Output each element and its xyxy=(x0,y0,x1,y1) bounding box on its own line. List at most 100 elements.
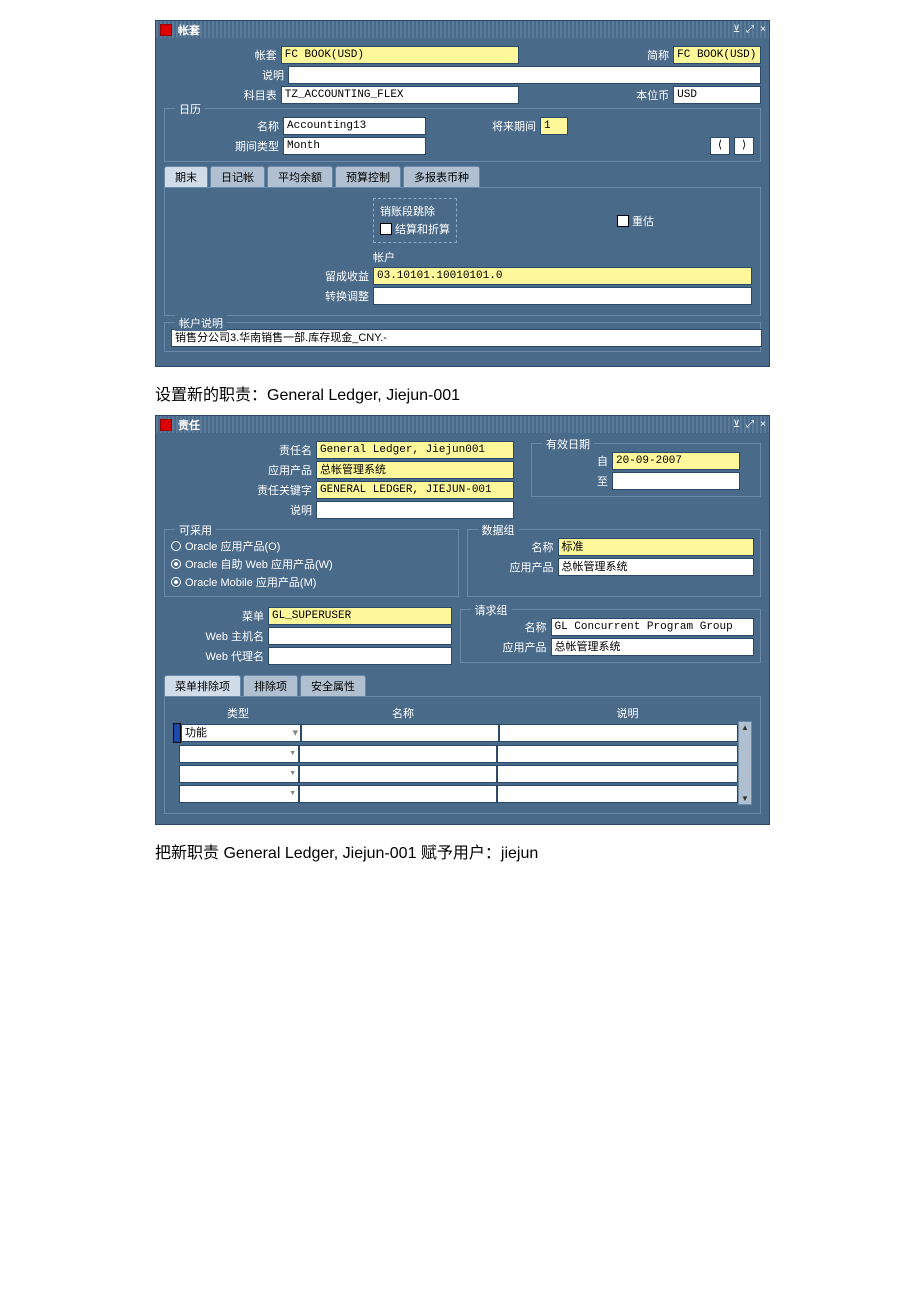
from-label: 自 xyxy=(538,453,612,469)
resp-tabbody: 类型 名称 说明 功能▾ ▾ ▾ ▾ ▲▼ xyxy=(164,696,761,814)
desc-label-2: 说明 xyxy=(164,502,316,518)
radio-oracle-mobile[interactable]: Oracle Mobile 应用产品(M) xyxy=(171,574,452,590)
titlebar-2: 责任 ⊻ ⤢ × xyxy=(156,416,769,433)
accounts-legend: 帐户 xyxy=(173,249,752,265)
menu-input[interactable]: GL_SUPERUSER xyxy=(268,607,452,625)
funcur-input[interactable]: USD xyxy=(673,86,761,104)
close-icon[interactable]: × xyxy=(757,24,769,35)
type-select[interactable]: ▾ xyxy=(179,745,299,763)
omit-seg-group: 销账段跳除 结算和折算 xyxy=(373,198,457,243)
from-input[interactable]: 20-09-2007 xyxy=(612,452,740,470)
rg-app-input[interactable]: 总帐管理系统 xyxy=(551,638,755,656)
menu-label: 菜单 xyxy=(164,608,268,624)
respname-label: 责任名 xyxy=(164,442,316,458)
webagent-label: Web 代理名 xyxy=(164,648,268,664)
shortname-label: 简称 xyxy=(519,47,673,63)
tab-avg-bal[interactable]: 平均余额 xyxy=(267,166,333,187)
shortname-input[interactable]: FC BOOK(USD) xyxy=(673,46,761,64)
scroll-up-icon[interactable]: ▲ xyxy=(741,722,749,733)
calname-input[interactable]: Accounting13 xyxy=(283,117,426,135)
tab-menu-excl[interactable]: 菜单排除项 xyxy=(164,675,241,696)
scroll-down-icon[interactable]: ▼ xyxy=(741,793,749,804)
tab-mrc[interactable]: 多报表币种 xyxy=(403,166,480,187)
col-name: 名称 xyxy=(303,705,503,721)
datagroup-group: 数据组 名称标准 应用产品总帐管理系统 xyxy=(467,529,762,597)
radio-oracle-apps[interactable]: Oracle 应用产品(O) xyxy=(171,538,452,554)
respkey-input[interactable]: GENERAL LEDGER, JIEJUN-001 xyxy=(316,481,514,499)
calendar-legend: 日历 xyxy=(175,101,205,117)
close-icon-2[interactable]: × xyxy=(757,419,769,430)
ledger-input[interactable]: FC BOOK(USD) xyxy=(281,46,519,64)
webhost-input[interactable] xyxy=(268,627,452,645)
desc-input-2[interactable] xyxy=(316,501,514,519)
retearn-label: 留成收益 xyxy=(173,268,373,284)
retearn-input[interactable]: 03.10101.10010101.0 xyxy=(373,267,752,285)
effdate-legend: 有效日期 xyxy=(542,436,594,452)
desc-cell[interactable] xyxy=(497,785,738,803)
table-headers: 类型 名称 说明 xyxy=(173,705,752,721)
type-select[interactable]: ▾ xyxy=(179,765,299,783)
transadj-input[interactable] xyxy=(373,287,752,305)
minimize-icon-2[interactable]: ⊻ xyxy=(730,419,743,430)
col-desc: 说明 xyxy=(503,705,752,721)
ledger-tabs: 期末 日记帐 平均余额 预算控制 多报表币种 xyxy=(164,166,761,187)
conrev-checkbox[interactable]: 结算和折算 xyxy=(380,221,450,237)
app-input[interactable]: 总帐管理系统 xyxy=(316,461,514,479)
type-select[interactable]: ▾ xyxy=(179,785,299,803)
future-input[interactable]: 1 xyxy=(540,117,568,135)
tab-journals[interactable]: 日记帐 xyxy=(210,166,265,187)
name-cell[interactable] xyxy=(301,724,499,742)
name-cell[interactable] xyxy=(299,765,497,783)
tab-period-end[interactable]: 期末 xyxy=(164,166,208,187)
funcur-label: 本位币 xyxy=(519,87,673,103)
table-row: ▾ xyxy=(173,785,738,803)
avail-group: 可采用 Oracle 应用产品(O) Oracle 自助 Web 应用产品(W)… xyxy=(164,529,459,597)
col-type: 类型 xyxy=(173,705,303,721)
rg-name-label: 名称 xyxy=(467,619,551,635)
dg-app-input[interactable]: 总帐管理系统 xyxy=(558,558,755,576)
scrollbar[interactable]: ▲▼ xyxy=(738,721,752,805)
radio-oracle-web[interactable]: Oracle 自助 Web 应用产品(W) xyxy=(171,556,452,572)
maximize-icon[interactable]: ⤢ xyxy=(743,24,757,35)
reval-checkbox[interactable]: 重估 xyxy=(617,213,654,229)
coa-input[interactable]: TZ_ACCOUNTING_FLEX xyxy=(281,86,519,104)
nav-next[interactable]: ⟩ xyxy=(734,137,754,155)
desc-input[interactable] xyxy=(288,66,761,84)
datagroup-legend: 数据组 xyxy=(478,522,519,538)
effdate-group: 有效日期 自20-09-2007 至 xyxy=(531,443,761,497)
webhost-label: Web 主机名 xyxy=(164,628,268,644)
minimize-icon[interactable]: ⊻ xyxy=(730,24,743,35)
nav-prev[interactable]: ⟨ xyxy=(710,137,730,155)
omit-seg-legend: 销账段跳除 xyxy=(380,203,450,219)
app-icon-2 xyxy=(160,419,172,431)
type-select[interactable]: 功能▾ xyxy=(181,724,301,742)
tab-budget[interactable]: 预算控制 xyxy=(335,166,401,187)
tab-sec[interactable]: 安全属性 xyxy=(300,675,366,696)
table-row: ▾ xyxy=(173,765,738,783)
tab-excl[interactable]: 排除项 xyxy=(243,675,298,696)
titlebar: 帐套 ⊻ ⤢ × xyxy=(156,21,769,38)
conrev-label: 结算和折算 xyxy=(395,221,450,237)
desc-cell[interactable] xyxy=(497,765,738,783)
window-title-2: 责任 xyxy=(176,417,200,433)
maximize-icon-2[interactable]: ⤢ xyxy=(743,419,757,430)
respname-input[interactable]: General Ledger, Jiejun001 xyxy=(316,441,514,459)
dg-app-label: 应用产品 xyxy=(474,559,558,575)
caption-1: 设置新的职责：General Ledger, Jiejun-001 xyxy=(155,381,770,405)
resp-tabs: 菜单排除项 排除项 安全属性 xyxy=(164,675,761,696)
ledger-label: 帐套 xyxy=(164,47,281,63)
table-row: 功能▾ xyxy=(173,723,738,743)
name-cell[interactable] xyxy=(299,785,497,803)
chevron-down-icon: ▾ xyxy=(289,766,296,782)
desc-cell[interactable] xyxy=(497,745,738,763)
responsibility-window: 责任 ⊻ ⤢ × 责任名General Ledger, Jiejun001 应用… xyxy=(155,415,770,825)
acctdesc-group: 帐户说明 销售分公司3.华南销售一部.库存现金_CNY.- xyxy=(164,322,761,352)
to-input[interactable] xyxy=(612,472,740,490)
name-cell[interactable] xyxy=(299,745,497,763)
dg-name-input[interactable]: 标准 xyxy=(558,538,755,556)
rg-name-input[interactable]: GL Concurrent Program Group xyxy=(551,618,755,636)
pertype-input[interactable]: Month xyxy=(283,137,426,155)
desc-cell[interactable] xyxy=(499,724,738,742)
webagent-input[interactable] xyxy=(268,647,452,665)
rg-app-label: 应用产品 xyxy=(467,639,551,655)
